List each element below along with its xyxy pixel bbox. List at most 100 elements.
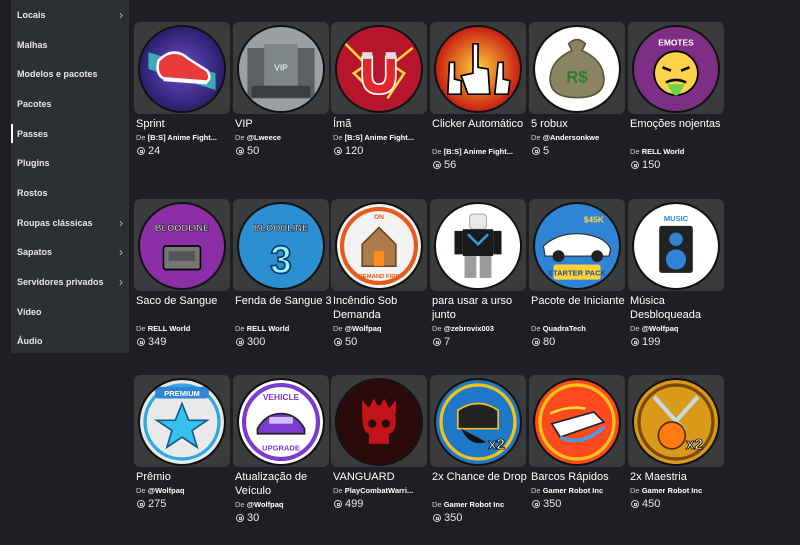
item-name-link[interactable]: Pacote de Iniciante [531, 294, 629, 308]
item-name-link[interactable]: 2x Maestria [630, 470, 728, 484]
item-name-link[interactable]: Ímã [333, 117, 431, 131]
price-value: 199 [642, 336, 661, 348]
item-name-link[interactable]: Incêndio Sob Demanda [333, 294, 431, 322]
price-value: 349 [148, 336, 167, 348]
item-price: 24 [137, 145, 160, 157]
sidebar-item[interactable]: Rostos [11, 178, 129, 208]
creator-name-link[interactable]: @Lweece [247, 133, 281, 142]
item-name-link[interactable]: Prêmio [136, 470, 234, 484]
item-thumbnail-card[interactable]: x2 [628, 375, 724, 467]
sidebar-item[interactable]: Roupas clássicas › [11, 208, 129, 238]
item-name-link[interactable]: para usar a urso junto [432, 294, 530, 322]
item-name-link[interactable]: Emoções nojentas [630, 117, 728, 131]
item-thumbnail-card[interactable]: $45K STARTER PACK [529, 199, 625, 291]
creator-name-link[interactable]: PlayCombatWarri... [345, 486, 414, 495]
item-creator: De @Wolfpaq [136, 486, 234, 495]
sidebar-item[interactable]: Servidores privados › [11, 267, 129, 297]
svg-text:x2: x2 [488, 436, 505, 453]
item-creator: De @Andersonkwe [531, 133, 629, 142]
item-creator: De @Lweece [235, 133, 333, 142]
price-value: 30 [247, 512, 260, 524]
creator-name-link[interactable]: @Wolfpaq [148, 486, 185, 495]
creator-name-link[interactable]: @Wolfpaq [345, 324, 382, 333]
svg-text:BLOODLINE: BLOODLINE [155, 223, 209, 233]
item-thumbnail-card[interactable] [529, 375, 625, 467]
creator-name-link[interactable]: [B:S] Anime Fight... [444, 147, 513, 156]
creator-name-link[interactable]: Gamer Robot Inc [444, 500, 504, 509]
item-thumbnail-card[interactable]: VEHICLE UPGRADE [233, 375, 329, 467]
chevron-right-icon: › [119, 215, 123, 230]
item-creator: De [B:S] Anime Fight... [136, 133, 234, 142]
price-value: 499 [345, 498, 364, 510]
creator-name-link[interactable]: QuadraTech [543, 324, 586, 333]
creator-name-link[interactable]: @Wolfpaq [247, 500, 284, 509]
sneaker-icon [138, 25, 226, 113]
creator-name-link[interactable]: Gamer Robot Inc [642, 486, 702, 495]
item-name-link[interactable]: 2x Chance de Drop [432, 470, 530, 484]
item-name-link[interactable]: Sprint [136, 117, 234, 131]
item-thumbnail-card[interactable] [430, 199, 526, 291]
creator-name-link[interactable]: @Wolfpaq [642, 324, 679, 333]
item-name-link[interactable]: VIP [235, 117, 333, 131]
creator-name-link[interactable]: RELL World [148, 324, 191, 333]
robux-icon [137, 338, 145, 346]
creator-prefix: De [136, 486, 146, 495]
house-fire-icon: ON DEMAND FIRE [335, 202, 423, 290]
sidebar-item[interactable]: Sapatos › [11, 238, 129, 268]
item-name-link[interactable]: Clicker Automático [432, 117, 530, 131]
creator-name-link[interactable]: Gamer Robot Inc [543, 486, 603, 495]
sidebar-item[interactable]: Vídeo [11, 297, 129, 327]
robux-icon [532, 500, 540, 508]
creator-prefix: De [630, 147, 640, 156]
sidebar-item[interactable]: Malhas [11, 30, 129, 60]
sidebar-item[interactable]: Pacotes [11, 89, 129, 119]
creator-name-link[interactable]: [B:S] Anime Fight... [148, 133, 217, 142]
category-sidebar: Locais › Malhas Modelos e pacotes Pacotes Pas… [11, 0, 129, 353]
sidebar-item-label: Sapatos [17, 247, 53, 258]
item-thumbnail-card[interactable]: BLOODLINE 3 [233, 199, 329, 291]
avatar-icon [434, 202, 522, 290]
sidebar-item-label: Pacotes [17, 98, 52, 109]
item-thumbnail-card[interactable] [331, 375, 427, 467]
item-thumbnail-card[interactable]: VIP [233, 22, 329, 114]
boat-icon [533, 378, 621, 466]
creator-name-link[interactable]: RELL World [247, 324, 290, 333]
item-thumbnail-card[interactable] [430, 22, 526, 114]
creator-name-link[interactable]: [B:S] Anime Fight... [345, 133, 414, 142]
item-thumbnail-card[interactable]: MUSIC [628, 199, 724, 291]
sidebar-item[interactable]: Plugins [11, 148, 129, 178]
creator-name-link[interactable]: RELL World [642, 147, 685, 156]
sidebar-item[interactable]: Passes [11, 119, 129, 149]
item-thumbnail-card[interactable]: BLOODLINE [134, 199, 230, 291]
item-thumbnail-card[interactable]: x2 [430, 375, 526, 467]
price-value: 275 [148, 498, 167, 510]
item-name-link[interactable]: 5 robux [531, 117, 629, 131]
item-thumbnail-card[interactable]: PREMIUM [134, 375, 230, 467]
item-name-link[interactable]: Barcos Rápidos [531, 470, 629, 484]
item-thumbnail-card[interactable]: EMOTES [628, 22, 724, 114]
item-thumbnail-card[interactable]: R$ [529, 22, 625, 114]
item-name-link[interactable]: Música Desbloqueada [630, 294, 728, 322]
item-thumbnail-card[interactable] [331, 22, 427, 114]
sidebar-item[interactable]: Locais › [11, 0, 129, 30]
item-name-link[interactable]: Fenda de Sangue 3 [235, 294, 333, 308]
item-creator: De Gamer Robot Inc [432, 500, 530, 509]
item-name-link[interactable]: VANGUARD [333, 470, 431, 484]
item-creator: De [B:S] Anime Fight... [333, 133, 431, 142]
chest-x2-icon: x2 [434, 378, 522, 466]
creator-name-link[interactable]: @Andersonkwe [543, 133, 600, 142]
robux-icon [137, 147, 145, 155]
robux-icon [433, 338, 441, 346]
robux-icon [433, 514, 441, 522]
item-thumbnail-card[interactable] [134, 22, 230, 114]
item-name-link[interactable]: Saco de Sangue [136, 294, 234, 308]
svg-text:VEHICLE: VEHICLE [263, 392, 300, 402]
item-thumbnail-card[interactable]: ON DEMAND FIRE [331, 199, 427, 291]
star-icon: PREMIUM [138, 378, 226, 466]
item-name-link[interactable]: Atualização de Veículo [235, 470, 333, 498]
sidebar-item[interactable]: Áudio [11, 327, 129, 357]
creator-name-link[interactable]: @zebrovix003 [444, 324, 494, 333]
sidebar-item[interactable]: Modelos e pacotes [11, 59, 129, 89]
item-price: 350 [433, 512, 462, 524]
robux-icon [631, 500, 639, 508]
